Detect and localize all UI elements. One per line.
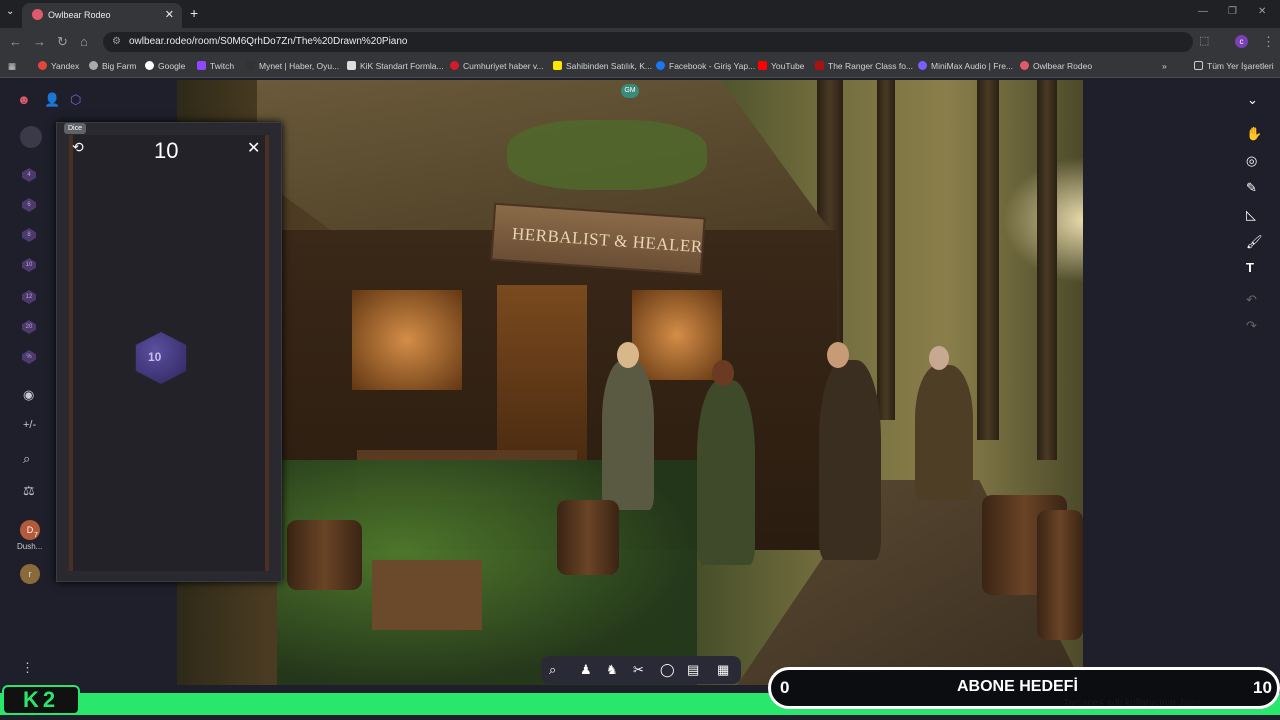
die-face-value: 10 xyxy=(148,350,162,364)
undo-icon[interactable]: ↶ xyxy=(1246,292,1257,308)
alert-ticker: Tarcanes adlı kullanıcının Jam! xyxy=(1063,698,1201,709)
browser-tab-bar: ⌄ Owlbear Rodeo ✕ + — ❐ ✕ xyxy=(0,0,1280,28)
barrel xyxy=(1037,510,1083,640)
grid-icon[interactable]: ▦ xyxy=(717,662,729,678)
players-icon[interactable]: 👤 xyxy=(44,92,60,108)
extensions-icon[interactable]: ⬚ xyxy=(1199,34,1209,47)
zoom-dice-icon[interactable]: ⌕ xyxy=(23,451,30,467)
bookmark-owlbear[interactable]: Owlbear Rodeo xyxy=(1020,61,1092,71)
more-bookmarks-icon[interactable]: » xyxy=(1162,61,1167,71)
npc-head xyxy=(712,360,734,386)
npc-head xyxy=(827,342,849,368)
bookmark-bigfarm[interactable]: Big Farm xyxy=(89,61,136,71)
modifier-toggle[interactable]: +/- xyxy=(23,419,36,431)
bookmark-facebook[interactable]: Facebook - Giriş Yap... xyxy=(656,61,755,71)
more-options-icon[interactable]: ⋮ xyxy=(21,660,34,676)
tree-trunk xyxy=(1037,80,1057,460)
site-info-icon[interactable]: ⚙ xyxy=(112,36,121,47)
crate xyxy=(372,560,482,630)
npc-head xyxy=(929,346,949,370)
npc-elder[interactable] xyxy=(915,365,973,500)
minimize-icon[interactable]: — xyxy=(1198,6,1208,17)
owlbear-favicon-icon xyxy=(32,9,43,20)
measure-icon[interactable]: ◺ xyxy=(1246,207,1256,223)
tab-owlbear[interactable]: Owlbear Rodeo ✕ xyxy=(22,3,182,28)
right-toolbar xyxy=(1240,78,1280,720)
character-icon[interactable]: ♟ xyxy=(580,662,592,678)
dice-tooltip: Dice xyxy=(64,123,87,134)
tree-trunk xyxy=(977,80,999,440)
forward-icon[interactable]: → xyxy=(33,34,46,49)
apps-grid-icon[interactable]: ▦ xyxy=(8,61,16,72)
all-bookmarks-folder[interactable]: Tüm Yer İşaretleri xyxy=(1194,61,1274,71)
bookmark-youtube[interactable]: YouTube xyxy=(758,61,804,71)
maximize-icon[interactable]: ❐ xyxy=(1228,6,1237,17)
bookmarks-bar: ▦ Yandex Big Farm Google Twitch Mynet | … xyxy=(0,56,1280,78)
bookmark-twitch[interactable]: Twitch xyxy=(197,61,234,71)
player-name: Dush... xyxy=(17,542,43,551)
bookmark-ranger[interactable]: The Ranger Class fo... xyxy=(815,61,913,71)
collapse-chevron-icon[interactable]: ⌄ xyxy=(1247,92,1258,108)
prop-icon[interactable]: ✂ xyxy=(633,662,644,678)
mount-icon[interactable]: ♞ xyxy=(606,662,618,678)
gm-badge: GM xyxy=(621,84,639,98)
reroll-icon[interactable]: ⟲ xyxy=(72,139,84,156)
barrel xyxy=(287,520,362,590)
profile-avatar[interactable]: c xyxy=(1235,35,1248,48)
redo-icon[interactable]: ↷ xyxy=(1246,318,1257,334)
fog-tool-icon[interactable]: ◎ xyxy=(1246,153,1257,169)
tab-search-icon[interactable]: ⌄ xyxy=(6,6,14,17)
dice-tray-button[interactable] xyxy=(20,126,42,148)
bookmark-google[interactable]: Google xyxy=(145,61,185,71)
note-icon[interactable]: ▤ xyxy=(687,662,699,678)
brush-icon[interactable]: 🖌 xyxy=(1246,234,1263,250)
npc-monk[interactable] xyxy=(819,360,881,560)
text-tool-icon[interactable]: T xyxy=(1246,260,1254,275)
goal-min: 0 xyxy=(780,678,790,697)
url-text: owlbear.rodeo/room/S0M6QrhDo7Zn/The%20Dr… xyxy=(129,36,408,47)
back-icon[interactable]: ← xyxy=(9,34,22,49)
home-icon[interactable]: ⌂ xyxy=(80,34,88,49)
shop-window xyxy=(632,290,722,380)
barrel xyxy=(557,500,619,575)
close-window-icon[interactable]: ✕ xyxy=(1258,6,1266,17)
bookmark-minimax[interactable]: MiniMax Audio | Fre... xyxy=(918,61,1013,71)
bookmark-sahibinden[interactable]: Sahibinden Satılık, K... xyxy=(553,61,652,71)
close-tab-icon[interactable]: ✕ xyxy=(165,8,174,21)
dice-total: 10 xyxy=(154,138,179,163)
balance-icon[interactable]: ⚖ xyxy=(23,483,35,499)
extensions-dice-icon[interactable]: ⬡ xyxy=(70,92,81,108)
goal-max: 10 xyxy=(1253,678,1272,697)
search-icon[interactable]: ⌕ xyxy=(549,662,556,678)
npc-woman[interactable] xyxy=(697,380,755,565)
npc-head xyxy=(617,342,639,368)
url-field[interactable]: ⚙ owlbear.rodeo/room/S0M6QrhDo7Zn/The%20… xyxy=(103,32,1193,52)
hand-move-icon[interactable]: ✋ xyxy=(1246,126,1262,142)
close-icon[interactable]: ✕ xyxy=(247,138,260,158)
attachment-icon[interactable]: ◯ xyxy=(660,662,675,678)
tab-title: Owlbear Rodeo xyxy=(48,10,111,20)
shop-sign-text: HERBALIST & HEALER xyxy=(511,224,704,257)
menu-kebab-icon[interactable]: ⋮ xyxy=(1262,34,1275,50)
goal-label: ABONE HEDEFİ xyxy=(957,678,1078,695)
roof-moss xyxy=(507,120,707,190)
new-tab-icon[interactable]: + xyxy=(190,5,198,21)
shop-window xyxy=(352,290,462,390)
map-scene[interactable]: HERBALIST & HEALER xyxy=(177,80,1083,685)
bookmark-kik[interactable]: KiK Standart Formla... xyxy=(347,61,444,71)
bookmark-cumhuriyet[interactable]: Cumhuriyet haber v... xyxy=(450,61,544,71)
npc-herbalist[interactable] xyxy=(602,360,654,510)
bookmark-mynet[interactable]: Mynet | Haber, Oyu... xyxy=(246,61,339,71)
owlbear-logo-icon[interactable]: ☻ xyxy=(17,92,31,107)
other-player-avatar[interactable]: r xyxy=(20,564,40,584)
reload-icon[interactable]: ↻ xyxy=(57,34,68,50)
eye-icon[interactable]: ◉ xyxy=(23,387,34,403)
player-badge: 7 xyxy=(34,532,38,539)
pen-icon[interactable]: ✎ xyxy=(1246,180,1257,196)
channel-logo: K2 xyxy=(2,685,80,715)
bookmark-yandex[interactable]: Yandex xyxy=(38,61,79,71)
tree-trunk xyxy=(877,80,895,420)
